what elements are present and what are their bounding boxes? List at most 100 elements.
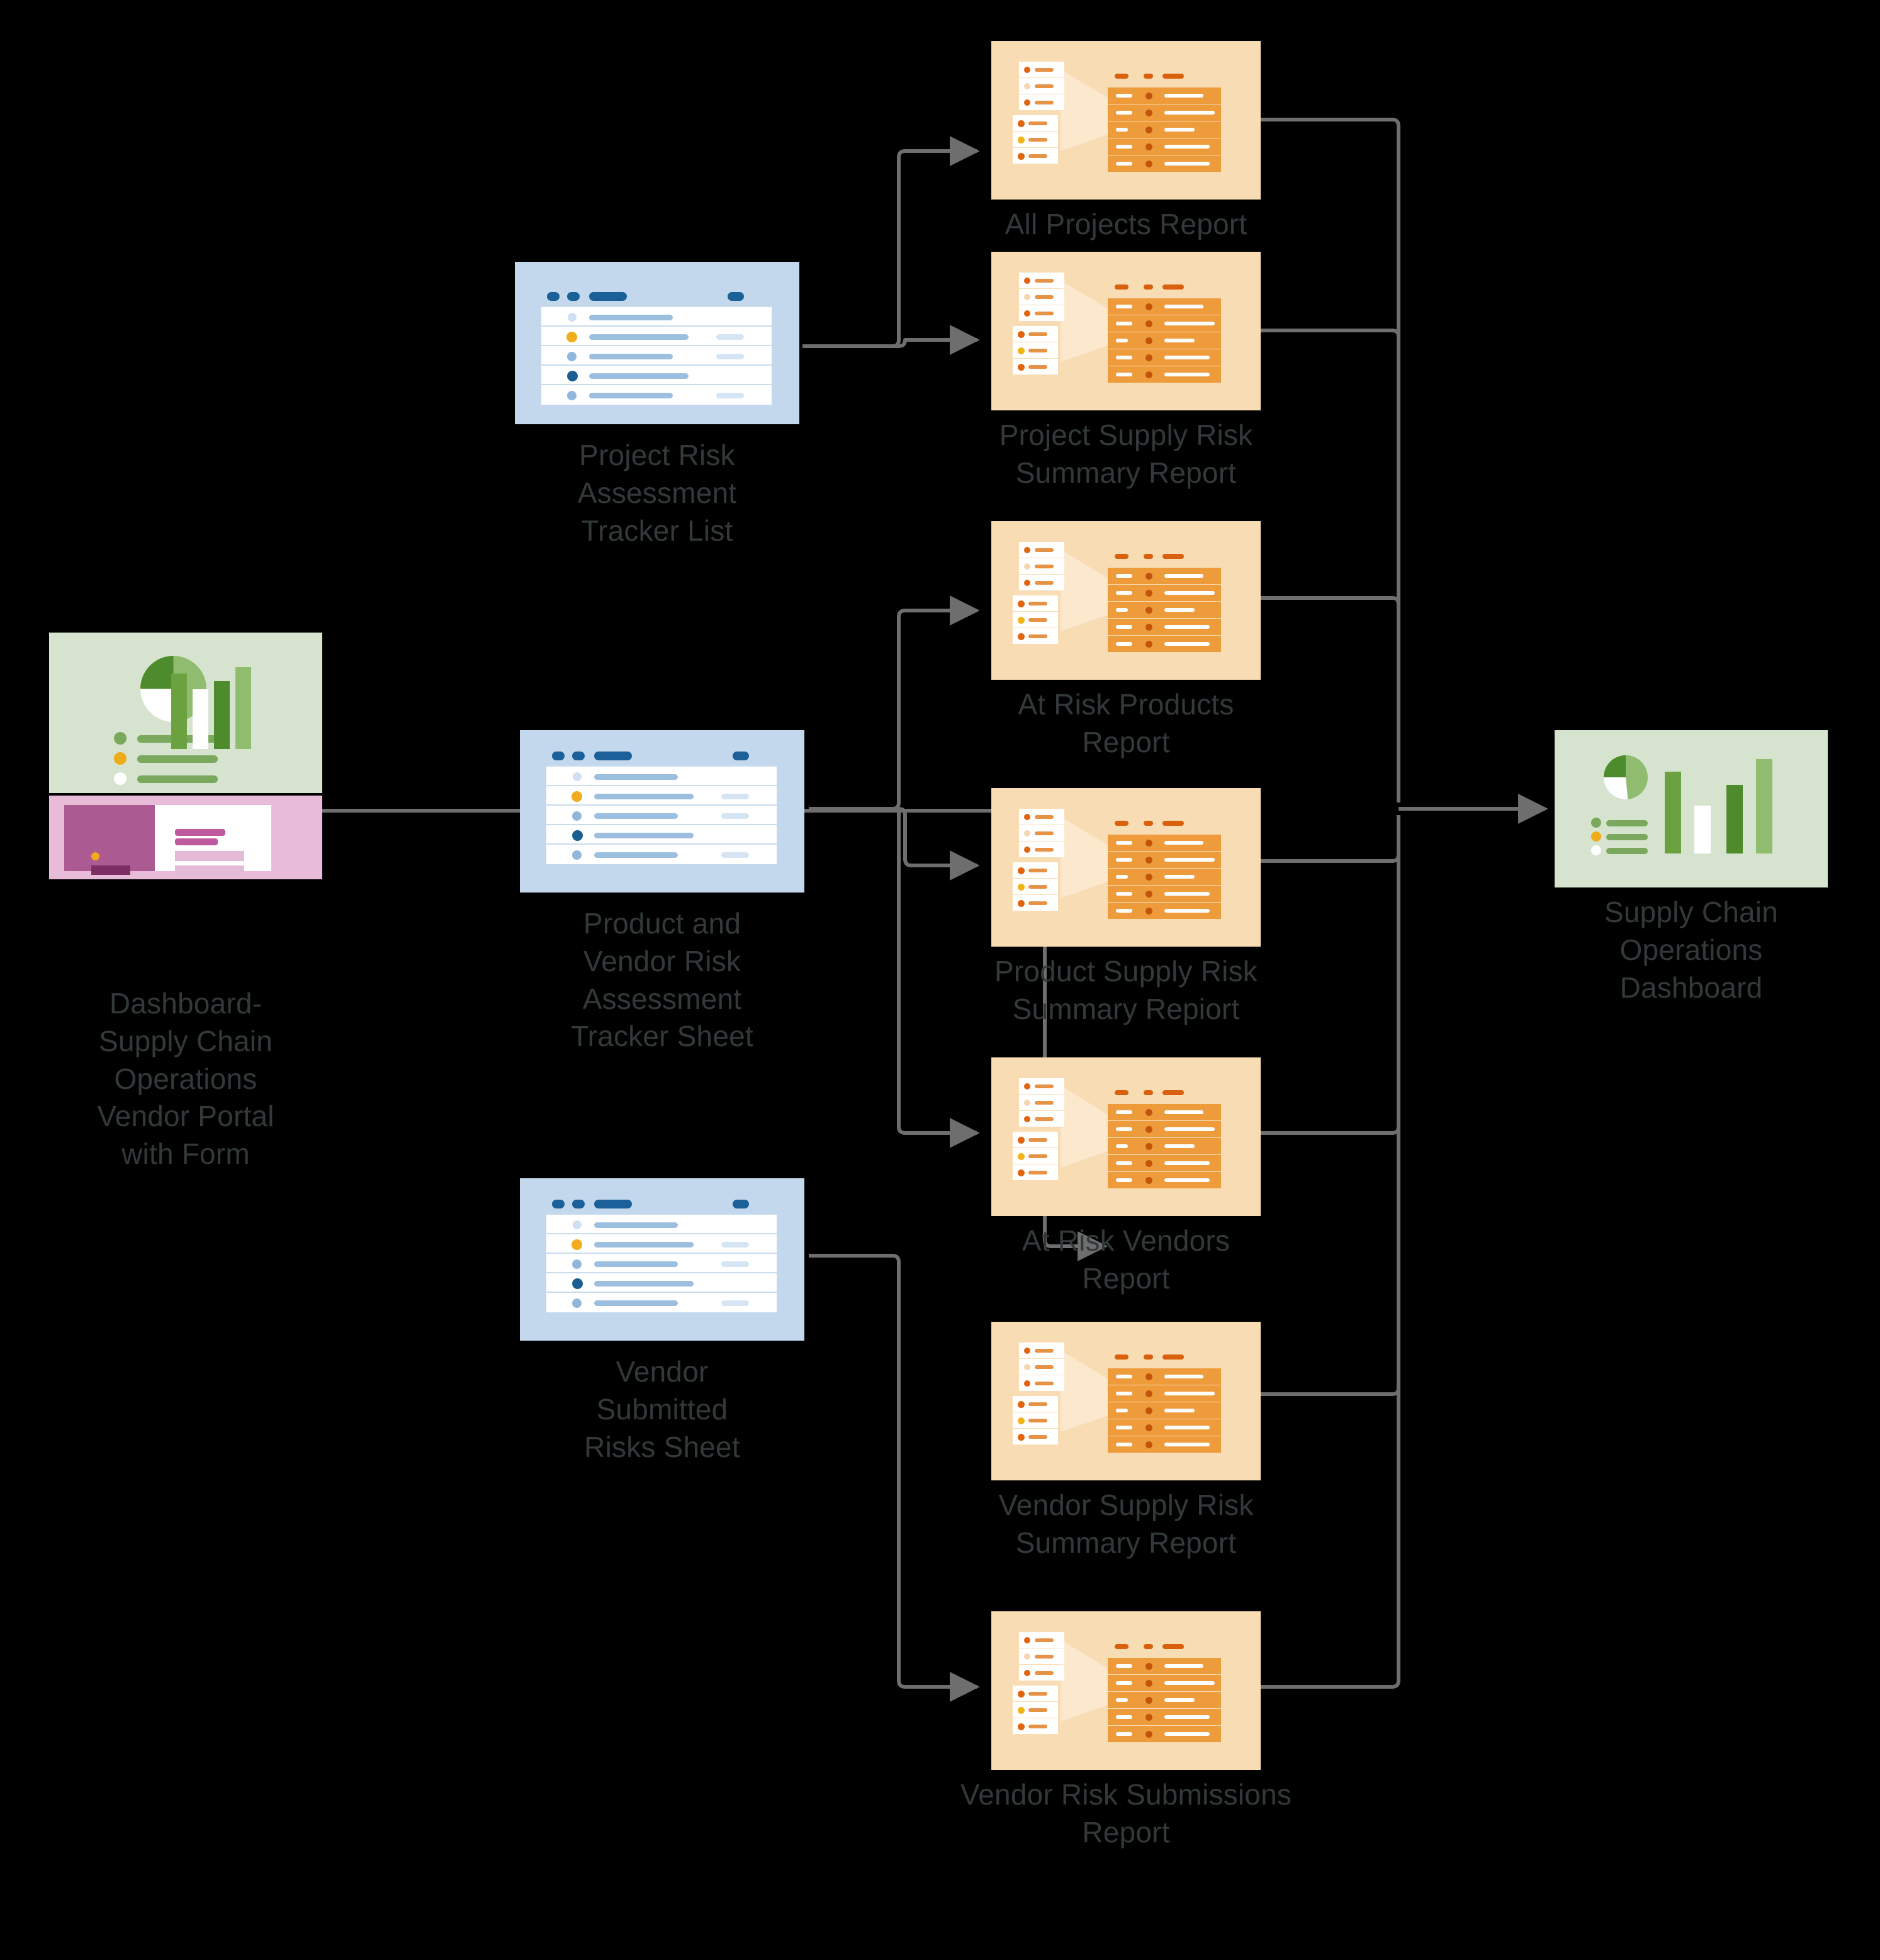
cell-dot <box>1145 320 1152 327</box>
node-project-risk-list[interactable]: Project Risk Assessment Tracker List <box>515 262 799 547</box>
bar-2 <box>1694 806 1711 853</box>
card-dot <box>1024 1348 1030 1354</box>
card-line <box>1035 68 1054 72</box>
row-status-dot <box>572 850 582 860</box>
record-card <box>1019 273 1064 288</box>
card-line <box>1028 618 1047 622</box>
record-card <box>1013 342 1058 358</box>
record-card <box>1013 1702 1058 1718</box>
node-product-supply-risk-summary-report[interactable]: Product Supply Risk Summary Repiort <box>991 788 1261 1025</box>
legend-line-3 <box>1606 848 1648 854</box>
node-all-projects-report[interactable]: All Projects Report <box>991 41 1261 240</box>
table-row <box>1108 1104 1221 1120</box>
card-line <box>1028 634 1047 638</box>
cell-a <box>1116 625 1132 629</box>
form-input-1 <box>175 851 244 861</box>
supply-chain-operations-dashboard-thumb <box>1555 730 1828 887</box>
cell-dot <box>1145 573 1152 580</box>
form-input-2 <box>175 865 244 876</box>
row-status-dot <box>572 1278 583 1289</box>
table-row <box>546 824 777 845</box>
table-header-2 <box>1144 1355 1153 1360</box>
cell-a <box>1116 356 1132 359</box>
row-text-line <box>589 373 689 379</box>
legend-dot-white <box>1591 845 1601 855</box>
table-row <box>1108 1419 1221 1436</box>
edge-project-list-to-reports <box>802 136 980 348</box>
card-line <box>1028 1171 1047 1174</box>
vendor-supply-risk-summary-thumb <box>991 1322 1261 1480</box>
project-risk-list-thumb <box>515 262 799 424</box>
supply-chain-operations-dashboard-label: Supply Chain Operations Dashboard <box>1604 896 1779 1004</box>
cell-dot <box>1145 874 1152 881</box>
cell-b <box>1164 339 1195 342</box>
table-row <box>1108 104 1221 121</box>
all-projects-report-thumb <box>991 41 1261 200</box>
table-header-1 <box>1115 284 1129 290</box>
fan-connector <box>1061 1350 1108 1432</box>
table-row <box>1108 869 1221 885</box>
record-card <box>1013 359 1058 375</box>
node-vendor-submitted-sheet[interactable]: Vendor Submitted Risks Sheet <box>520 1178 804 1463</box>
cell-a <box>1116 1110 1132 1114</box>
record-card <box>1013 895 1058 911</box>
node-at-risk-vendors-report[interactable]: At Risk Vendors Report <box>991 1057 1261 1295</box>
record-card <box>1013 1396 1058 1412</box>
node-supply-chain-operations-dashboard[interactable]: Supply Chain Operations Dashboard <box>1555 730 1828 1004</box>
record-card <box>1013 132 1058 147</box>
cell-a <box>1116 1375 1132 1378</box>
node-vendor-risk-submissions-report[interactable]: Vendor Risk Submissions Report <box>960 1611 1292 1849</box>
record-card <box>1019 558 1064 574</box>
cell-b <box>1164 875 1195 879</box>
table-row <box>1108 636 1221 652</box>
pie-chart-icon <box>1604 755 1648 799</box>
node-project-supply-risk-summary-report[interactable]: Project Supply Risk Summary Report <box>991 252 1261 489</box>
table-header-3 <box>1162 74 1184 79</box>
edge-project-summary-to-bus <box>1261 329 1400 337</box>
node-product-vendor-sheet[interactable]: Product and Vendor Risk Assessment Track… <box>520 730 804 1052</box>
record-card <box>1013 1686 1058 1701</box>
cell-dot <box>1145 161 1152 167</box>
record-card <box>1019 1375 1064 1391</box>
record-card <box>1013 612 1058 628</box>
card-dot <box>1018 1153 1025 1160</box>
table-row <box>1108 852 1221 868</box>
cell-b <box>1164 574 1203 578</box>
cell-dot <box>1145 1424 1152 1431</box>
node-at-risk-products-report[interactable]: At Risk Products Report <box>991 521 1261 758</box>
table-row <box>1108 138 1221 155</box>
row-status-dot <box>572 1259 582 1269</box>
cell-b <box>1164 1698 1195 1702</box>
cell-a <box>1116 1144 1128 1148</box>
legend-dot-green <box>114 732 127 745</box>
cell-a <box>1116 1178 1132 1182</box>
cell-b <box>1164 1443 1210 1446</box>
table-row <box>546 1272 777 1293</box>
card-dot <box>1024 547 1030 553</box>
card-line <box>1035 1117 1054 1121</box>
table-header-3 <box>1162 284 1184 290</box>
table-row <box>1108 298 1221 315</box>
cell-dot <box>1145 908 1152 915</box>
toolbar-pill-2 <box>572 752 585 760</box>
toolbar-title-bar <box>594 752 632 760</box>
cell-b <box>1164 305 1203 308</box>
cell-a <box>1116 1715 1132 1719</box>
card-line <box>1028 1692 1047 1696</box>
node-vendor-supply-risk-summary-report[interactable]: Vendor Supply Risk Summary Report <box>991 1322 1261 1559</box>
table-row <box>1108 835 1221 851</box>
form-field-label-1 <box>175 829 225 836</box>
cell-a <box>1116 1681 1132 1685</box>
cell-dot <box>1145 1390 1152 1397</box>
card-line <box>1028 602 1047 605</box>
toolbar-title-bar <box>594 1200 632 1208</box>
vendor-portal-form-thumb <box>49 796 322 879</box>
record-card <box>1013 1718 1058 1734</box>
fan-connector <box>1061 1640 1108 1721</box>
cell-dot <box>1145 1373 1152 1380</box>
card-line <box>1028 1138 1047 1142</box>
row-text-line <box>594 774 678 780</box>
record-card <box>1019 305 1064 321</box>
record-card <box>1019 62 1064 77</box>
node-dashboard-source[interactable]: Dashboard- Supply Chain Operations Vendo… <box>49 633 322 1170</box>
